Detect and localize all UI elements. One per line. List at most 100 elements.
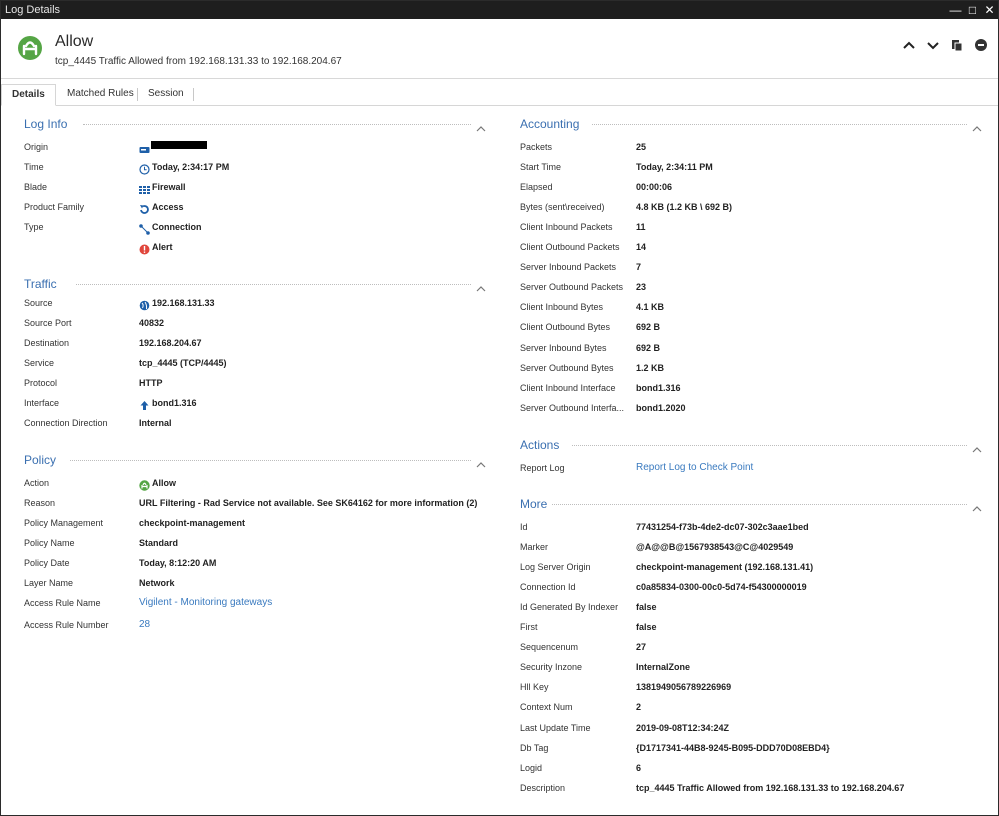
field-label: Access Rule Name <box>24 598 101 608</box>
field-label: Product Family <box>24 202 85 212</box>
tab-details[interactable]: Details <box>1 84 56 106</box>
tab-matched-rules[interactable]: Matched Rules <box>57 84 144 106</box>
more-options-icon[interactable] <box>972 36 990 54</box>
access-icon <box>139 202 150 214</box>
collapse-chevron-icon[interactable] <box>476 280 486 292</box>
minimize-icon[interactable]: — <box>947 1 964 19</box>
field-label: Policy Date <box>24 558 70 568</box>
collapse-chevron-icon[interactable] <box>476 456 486 468</box>
section-divider <box>592 124 967 125</box>
field-value: 6 <box>636 763 642 773</box>
field-label: Server Inbound Packets <box>520 262 617 272</box>
field-value: 77431254-f73b-4de2-dc07-302c3aae1bed <box>636 522 809 532</box>
section-divider <box>69 460 471 461</box>
field-label: Client Inbound Bytes <box>520 302 604 312</box>
policy-section-title: Policy <box>24 453 57 467</box>
field-value: 11 <box>636 222 646 232</box>
clock-icon <box>139 162 150 175</box>
field-value-link[interactable]: Vigilent - Monitoring gateways <box>139 597 272 608</box>
connection-icon <box>139 222 150 235</box>
collapse-chevron-icon[interactable] <box>972 120 982 132</box>
allow-icon <box>139 478 150 491</box>
next-log-icon[interactable] <box>924 36 942 54</box>
traffic-section-title: Traffic <box>24 277 57 291</box>
field-value: false <box>636 602 657 612</box>
field-value: 2019-09-08T12:34:24Z <box>636 723 730 733</box>
field-value: checkpoint-management <box>139 518 246 528</box>
field-value: tcp_4445 (TCP/4445) <box>139 358 227 368</box>
collapse-chevron-icon[interactable] <box>972 441 982 453</box>
field-label: Packets <box>520 142 553 152</box>
field-value: 14 <box>636 242 647 252</box>
field-label: Server Inbound Bytes <box>520 343 607 353</box>
field-label: Blade <box>24 182 48 192</box>
field-label: Id <box>520 522 528 532</box>
field-value: 692 B <box>636 322 661 332</box>
field-label: Client Outbound Packets <box>520 242 620 252</box>
field-value: false <box>636 622 657 632</box>
field-value: Allow <box>152 478 176 488</box>
field-value: tcp_4445 Traffic Allowed from 192.168.13… <box>636 783 905 793</box>
field-label: Security Inzone <box>520 662 583 672</box>
section-divider <box>552 504 967 505</box>
field-value: InternalZone <box>636 662 691 672</box>
field-label: Id Generated By Indexer <box>520 602 619 612</box>
tab-bar: Details Matched Rules Session <box>1 79 998 106</box>
collapse-chevron-icon[interactable] <box>972 500 982 512</box>
field-value-link[interactable]: 28 <box>139 619 150 630</box>
field-value: 692 B <box>636 343 661 353</box>
field-value: Connection <box>152 222 202 232</box>
field-label: Logid <box>520 763 543 773</box>
field-label: Hll Key <box>520 682 549 692</box>
field-label: Description <box>520 783 566 793</box>
field-label: Connection Direction <box>24 418 108 428</box>
field-value: checkpoint-management (192.168.131.41) <box>636 562 814 572</box>
upload-arrow-icon <box>139 398 150 410</box>
field-label: Report Log <box>520 463 565 473</box>
maximize-icon[interactable]: □ <box>964 1 981 19</box>
copy-icon[interactable] <box>948 36 966 54</box>
field-value: Access <box>152 202 184 212</box>
field-value: @A@@B@1567938543@C@4029549 <box>636 542 794 552</box>
previous-log-icon[interactable] <box>900 36 918 54</box>
field-label: Policy Management <box>24 518 104 528</box>
field-value: 2 <box>636 702 642 712</box>
field-value: bond1.316 <box>152 398 197 408</box>
field-value: 23 <box>636 282 647 292</box>
field-value: 27 <box>636 642 647 652</box>
field-label: Server Outbound Bytes <box>520 363 614 373</box>
field-label: Action <box>24 478 50 488</box>
field-value: Network <box>139 578 175 588</box>
field-label: Source Port <box>24 318 72 328</box>
field-label: Log Server Origin <box>520 562 591 572</box>
field-label: Origin <box>24 142 49 152</box>
close-icon[interactable]: ✕ <box>981 1 998 19</box>
field-label: Sequencenum <box>520 642 579 652</box>
more-section-title: More <box>520 497 548 511</box>
window-title: Log Details <box>5 4 61 16</box>
field-label: Protocol <box>24 378 58 388</box>
field-label: Connection Id <box>520 582 576 592</box>
field-label: Start Time <box>520 162 562 172</box>
field-label: First <box>520 622 538 632</box>
field-label: Source <box>24 298 53 308</box>
field-label: Client Outbound Bytes <box>520 322 611 332</box>
log-summary: tcp_4445 Traffic Allowed from 192.168.13… <box>55 56 342 67</box>
section-divider <box>572 445 967 446</box>
alert-icon <box>139 242 150 255</box>
field-label: Client Inbound Interface <box>520 383 616 393</box>
field-value: 40832 <box>139 318 165 328</box>
allow-status-icon <box>18 36 42 60</box>
tab-session[interactable]: Session <box>138 84 194 106</box>
field-value: bond1.316 <box>636 383 681 393</box>
field-value: Standard <box>139 538 179 548</box>
field-value: Firewall <box>152 182 186 192</box>
field-value: {D1717341-44B8-9245-B095-DDD70D08EBD4} <box>636 743 830 753</box>
collapse-chevron-icon[interactable] <box>476 120 486 132</box>
field-label: Interface <box>24 398 60 408</box>
field-value: 7 <box>636 262 642 272</box>
field-label: Context Num <box>520 702 573 712</box>
field-value-link[interactable]: Report Log to Check Point <box>636 462 753 473</box>
field-value: 00:00:06 <box>636 182 673 192</box>
section-divider <box>76 284 471 285</box>
